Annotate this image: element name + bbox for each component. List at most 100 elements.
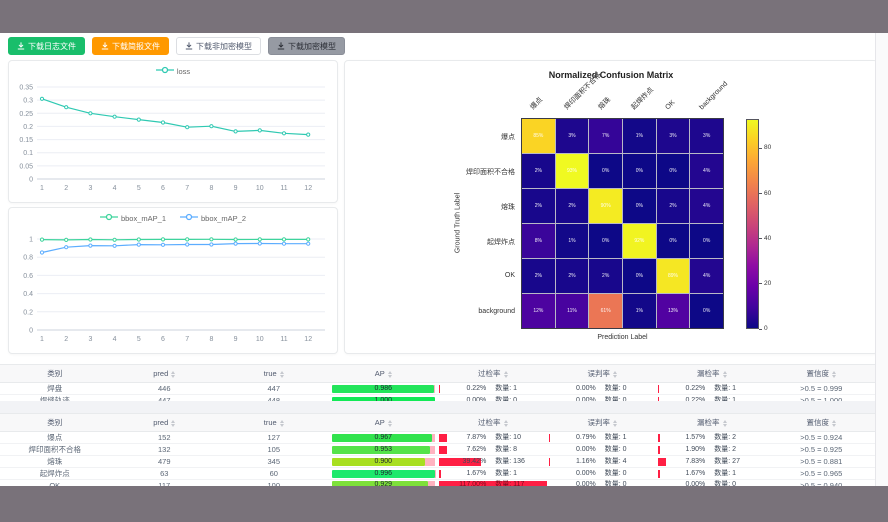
matrix-cell: 0% bbox=[589, 224, 622, 258]
download-report-button[interactable]: 下载简报文件 bbox=[92, 37, 169, 55]
column-header-label: 置信度 bbox=[807, 369, 830, 378]
column-header-置信度[interactable]: 置信度 bbox=[767, 414, 877, 432]
sort-icon[interactable] bbox=[504, 371, 508, 378]
sort-icon[interactable] bbox=[723, 371, 727, 378]
column-header-label: 类别 bbox=[47, 369, 62, 378]
svg-text:1: 1 bbox=[40, 185, 44, 192]
svg-text:2: 2 bbox=[64, 185, 68, 192]
sort-icon[interactable] bbox=[388, 420, 392, 427]
column-header-label: 类别 bbox=[47, 418, 62, 427]
matrix-cell: 2% bbox=[522, 259, 555, 293]
rate-text: 1.16%数量: 4 bbox=[549, 458, 657, 466]
column-header-漏检率[interactable]: 漏检率 bbox=[657, 414, 767, 432]
column-header-漏检率[interactable]: 漏检率 bbox=[657, 365, 767, 383]
rate-percent: 0.79% bbox=[549, 434, 596, 442]
download-icon bbox=[277, 42, 285, 50]
matrix-cell: 92% bbox=[623, 224, 656, 258]
cell-category: 爆点 bbox=[0, 432, 110, 444]
sort-icon[interactable] bbox=[504, 420, 508, 427]
column-header-置信度[interactable]: 置信度 bbox=[767, 365, 877, 383]
cell-category: 焊盘 bbox=[0, 383, 110, 395]
svg-text:10: 10 bbox=[256, 185, 264, 192]
svg-text:0.8: 0.8 bbox=[23, 255, 33, 262]
table-row: 焊印面积不合格1321050.9537.62%数量: 80.00%数量: 01.… bbox=[0, 444, 876, 456]
matrix-cell: 12% bbox=[522, 294, 555, 328]
sort-icon[interactable] bbox=[280, 371, 284, 378]
sort-icon[interactable] bbox=[832, 420, 836, 427]
cell-misjudge: 1.16%数量: 4 bbox=[548, 456, 658, 468]
svg-text:12: 12 bbox=[304, 185, 312, 192]
rate-bar: 0.79%数量: 1 bbox=[549, 434, 657, 442]
cell-confidence: >0.5 = 0.925 bbox=[767, 444, 877, 456]
rate-bar: 7.87%数量: 10 bbox=[439, 434, 547, 442]
sort-icon[interactable] bbox=[832, 371, 836, 378]
cell-true: 60 bbox=[219, 468, 329, 480]
matrix-column-label: background bbox=[698, 80, 730, 112]
matrix-cell: 3% bbox=[556, 119, 589, 153]
table-body: 爆点1521270.9677.87%数量: 100.79%数量: 11.57%数… bbox=[0, 432, 876, 491]
matrix-cell: 0% bbox=[657, 154, 690, 188]
sort-icon[interactable] bbox=[723, 420, 727, 427]
rate-count: 数量: 1 bbox=[486, 470, 551, 478]
rate-bar: 1.67%数量: 1 bbox=[658, 470, 766, 478]
sort-asc-icon bbox=[280, 420, 284, 423]
sort-desc-icon bbox=[504, 375, 508, 378]
svg-text:7: 7 bbox=[185, 336, 189, 343]
column-header-true[interactable]: true bbox=[219, 365, 329, 383]
sort-desc-icon bbox=[280, 375, 284, 378]
column-header-label: 置信度 bbox=[807, 418, 830, 427]
column-header-label: 误判率 bbox=[588, 418, 611, 427]
column-header-误判率[interactable]: 误判率 bbox=[548, 365, 658, 383]
column-header-AP[interactable]: AP bbox=[329, 414, 439, 432]
column-header-AP[interactable]: AP bbox=[329, 365, 439, 383]
sort-icon[interactable] bbox=[280, 420, 284, 427]
rate-percent: 1.90% bbox=[658, 446, 705, 454]
sort-icon[interactable] bbox=[613, 420, 617, 427]
column-header-true[interactable]: true bbox=[219, 414, 329, 432]
ap-value: 0.900 bbox=[332, 458, 436, 466]
sort-desc-icon bbox=[723, 375, 727, 378]
svg-text:5: 5 bbox=[137, 336, 141, 343]
column-header-过检率[interactable]: 过检率 bbox=[438, 365, 548, 383]
table-row: 熔珠4793450.90039.42%数量: 1361.16%数量: 47.83… bbox=[0, 456, 876, 468]
download-icon bbox=[17, 42, 25, 50]
rate-percent: 39.42% bbox=[439, 458, 486, 466]
cell-misjudge: 0.79%数量: 1 bbox=[548, 432, 658, 444]
sort-icon[interactable] bbox=[171, 420, 175, 427]
matrix-cell: 2% bbox=[556, 189, 589, 223]
rate-bar: 0.00%数量: 0 bbox=[549, 446, 657, 454]
download-plain-model-button[interactable]: 下载非加密模型 bbox=[176, 37, 261, 55]
column-header-pred[interactable]: pred bbox=[110, 365, 220, 383]
sort-icon[interactable] bbox=[388, 371, 392, 378]
rate-count: 数量: 0 bbox=[596, 470, 661, 478]
matrix-cell: 85% bbox=[522, 119, 555, 153]
cell-pred: 446 bbox=[110, 383, 220, 395]
rate-text: 1.67%数量: 1 bbox=[439, 470, 547, 478]
rate-count: 数量: 2 bbox=[705, 446, 770, 454]
rate-text: 1.57%数量: 2 bbox=[658, 434, 766, 442]
rate-count: 数量: 10 bbox=[486, 434, 551, 442]
column-header-pred[interactable]: pred bbox=[110, 414, 220, 432]
colorbar-tick-label: 80 bbox=[764, 145, 771, 151]
matrix-cell: 13% bbox=[657, 294, 690, 328]
column-header-过检率[interactable]: 过检率 bbox=[438, 414, 548, 432]
rate-count: 数量: 136 bbox=[486, 458, 551, 466]
download-log-button[interactable]: 下载日志文件 bbox=[8, 37, 85, 55]
download-encrypted-model-button[interactable]: 下载加密模型 bbox=[268, 37, 345, 55]
cell-true: 447 bbox=[219, 383, 329, 395]
prediction-axis-label: Prediction Label bbox=[521, 334, 724, 341]
scrollbar-track[interactable] bbox=[875, 33, 888, 486]
cell-over-detect: 7.87%数量: 10 bbox=[438, 432, 548, 444]
svg-text:10: 10 bbox=[256, 336, 264, 343]
matrix-cell: 0% bbox=[589, 154, 622, 188]
matrix-cell: 2% bbox=[657, 189, 690, 223]
column-header-label: AP bbox=[375, 369, 385, 378]
cell-ap: 0.967 bbox=[329, 432, 439, 444]
matrix-row-label: 起焊炸点 bbox=[345, 237, 515, 247]
column-header-误判率[interactable]: 误判率 bbox=[548, 414, 658, 432]
svg-text:6: 6 bbox=[161, 336, 165, 343]
table-row: 爆点1521270.9677.87%数量: 100.79%数量: 11.57%数… bbox=[0, 432, 876, 444]
sort-icon[interactable] bbox=[613, 371, 617, 378]
sort-asc-icon bbox=[723, 371, 727, 374]
sort-icon[interactable] bbox=[171, 371, 175, 378]
